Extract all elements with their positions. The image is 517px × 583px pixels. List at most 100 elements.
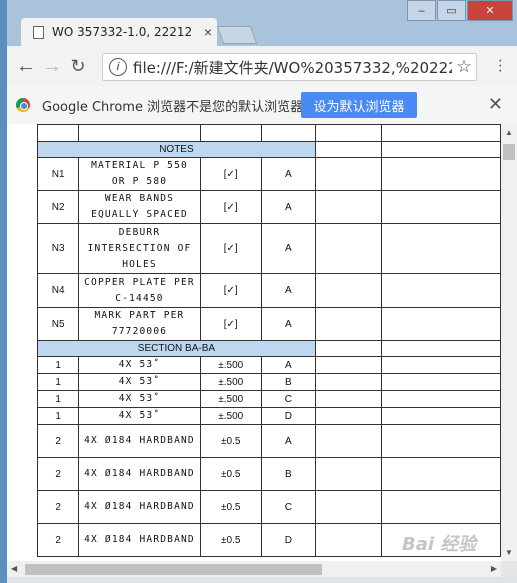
title-bar: WO 357332-1.0, 22212 × – ▭ ✕	[7, 0, 517, 46]
notes-header: NOTES	[37, 141, 316, 158]
tab-close-icon[interactable]: ×	[199, 24, 217, 40]
note-desc: COPPER PLATE PER C-14450	[78, 273, 201, 308]
default-browser-infobar: Google Chrome 浏览器不是您的默认浏览器。 设为默认浏览器 ✕	[7, 86, 517, 125]
table-row: 1 4X 53˚ ±.500 A	[36, 356, 501, 374]
infobar-close-icon[interactable]: ✕	[488, 94, 503, 115]
bookmark-star-icon[interactable]: ☆	[452, 57, 476, 77]
horizontal-scrollbar[interactable]: ◀ ▶	[7, 561, 501, 577]
note-check: [✓]	[199, 190, 262, 224]
table-row: 2 4X Ø184 HARDBAND ±0.5 C	[36, 490, 501, 524]
note-check: [✓]	[199, 157, 262, 191]
scrollbar-corner	[501, 561, 517, 577]
row-grade: A	[260, 424, 316, 458]
row-tolerance: ±.500	[199, 373, 262, 391]
toolbar: ← → ↻ i file:///F:/新建文件夹/WO%20357332,%20…	[7, 46, 517, 86]
note-desc: DEBURR INTERSECTION OF HOLES	[78, 223, 201, 274]
row-tolerance: ±0.5	[199, 490, 262, 524]
row-grade: B	[260, 457, 316, 491]
row-desc: 4X Ø184 HARDBAND	[78, 490, 201, 524]
watermark: Bai 经验	[402, 534, 477, 555]
page-content: NOTES N1 MATERIAL P 550 OR P 580 [✓] A N2…	[7, 124, 501, 561]
inspection-table: NOTES N1 MATERIAL P 550 OR P 580 [✓] A N2…	[36, 124, 501, 557]
note-grade: A	[260, 223, 316, 274]
table-row: 2 4X Ø184 HARDBAND ±0.5 B	[36, 457, 501, 491]
infobar-message: Google Chrome 浏览器不是您的默认浏览器。	[42, 99, 317, 115]
note-id: N4	[36, 273, 80, 308]
note-id: N1	[36, 157, 80, 191]
vertical-scroll-thumb[interactable]	[503, 144, 515, 160]
info-icon[interactable]: i	[109, 58, 127, 76]
table-row: 1 4X 53˚ ±.500 B	[36, 373, 501, 391]
note-id: N2	[36, 190, 80, 224]
note-id: N3	[36, 223, 80, 274]
row-grade: A	[260, 356, 316, 374]
table-row: N4 COPPER PLATE PER C-14450 [✓] A	[36, 273, 501, 308]
document-icon	[33, 25, 44, 39]
note-grade: A	[260, 307, 316, 341]
note-desc: MARK PART PER 77720006	[78, 307, 201, 341]
row-grade: C	[260, 490, 316, 524]
row-tolerance: ±.500	[199, 390, 262, 408]
table-row: N3 DEBURR INTERSECTION OF HOLES [✓] A	[36, 223, 501, 274]
row-qty: 1	[36, 407, 80, 425]
row-qty: 2	[36, 457, 80, 491]
note-grade: A	[260, 157, 316, 191]
row-desc: 4X 53˚	[78, 356, 201, 374]
row-qty: 1	[36, 373, 80, 391]
row-qty: 2	[36, 490, 80, 524]
scroll-up-icon[interactable]: ▲	[505, 128, 513, 137]
table-row: 2 4X Ø184 HARDBAND ±0.5 A	[36, 424, 501, 458]
note-check: [✓]	[199, 273, 262, 308]
horizontal-scroll-thumb[interactable]	[25, 564, 322, 575]
address-text[interactable]: file:///F:/新建文件夹/WO%20357332,%202221...	[133, 57, 452, 78]
table-row: N5 MARK PART PER 77720006 [✓] A	[36, 307, 501, 341]
chrome-icon	[16, 98, 30, 112]
table-row	[36, 124, 501, 142]
row-tolerance: ±0.5	[199, 424, 262, 458]
note-check: [✓]	[199, 223, 262, 274]
table-row: N2 WEAR BANDS EQUALLY SPACED [✓] A	[36, 190, 501, 224]
row-desc: 4X Ø184 HARDBAND	[78, 523, 201, 557]
minimize-button[interactable]: –	[407, 0, 436, 21]
note-desc: MATERIAL P 550 OR P 580	[78, 157, 201, 191]
row-qty: 1	[36, 356, 80, 374]
row-desc: 4X 53˚	[78, 373, 201, 391]
row-qty: 2	[36, 523, 80, 557]
section-header: SECTION BA-BA	[37, 340, 316, 357]
table-row: 1 4X 53˚ ±.500 D	[36, 407, 501, 425]
maximize-button[interactable]: ▭	[437, 0, 466, 21]
note-grade: A	[260, 273, 316, 308]
forward-icon[interactable]: →	[39, 55, 65, 78]
scroll-left-icon[interactable]: ◀	[11, 564, 17, 573]
scroll-right-icon[interactable]: ▶	[491, 564, 497, 573]
row-desc: 4X 53˚	[78, 407, 201, 425]
table-row: N1 MATERIAL P 550 OR P 580 [✓] A	[36, 157, 501, 191]
row-qty: 1	[36, 390, 80, 408]
note-check: [✓]	[199, 307, 262, 341]
row-tolerance: ±0.5	[199, 523, 262, 557]
address-bar[interactable]: i file:///F:/新建文件夹/WO%20357332,%202221..…	[102, 53, 477, 81]
back-icon[interactable]: ←	[13, 55, 39, 78]
note-desc: WEAR BANDS EQUALLY SPACED	[78, 190, 201, 224]
row-desc: 4X Ø184 HARDBAND	[78, 457, 201, 491]
browser-tab[interactable]: WO 357332-1.0, 22212 ×	[21, 18, 217, 46]
row-tolerance: ±.500	[199, 407, 262, 425]
scroll-down-icon[interactable]: ▼	[505, 548, 513, 557]
row-desc: 4X 53˚	[78, 390, 201, 408]
row-desc: 4X Ø184 HARDBAND	[78, 424, 201, 458]
set-default-browser-button[interactable]: 设为默认浏览器	[301, 92, 417, 118]
row-tolerance: ±.500	[199, 356, 262, 374]
menu-dots-icon[interactable]: · · ·	[498, 53, 503, 79]
row-grade: C	[260, 390, 316, 408]
row-grade: D	[260, 523, 316, 557]
vertical-scrollbar[interactable]: ▲ ▼	[501, 124, 517, 561]
row-qty: 2	[36, 424, 80, 458]
row-grade: B	[260, 373, 316, 391]
note-grade: A	[260, 190, 316, 224]
reload-icon[interactable]: ↻	[65, 56, 91, 77]
new-tab-button[interactable]	[216, 26, 258, 44]
row-tolerance: ±0.5	[199, 457, 262, 491]
tab-title: WO 357332-1.0, 22212	[52, 25, 193, 39]
close-window-button[interactable]: ✕	[467, 0, 513, 21]
browser-window: WO 357332-1.0, 22212 × – ▭ ✕ ← → ↻ i fil…	[7, 0, 517, 583]
